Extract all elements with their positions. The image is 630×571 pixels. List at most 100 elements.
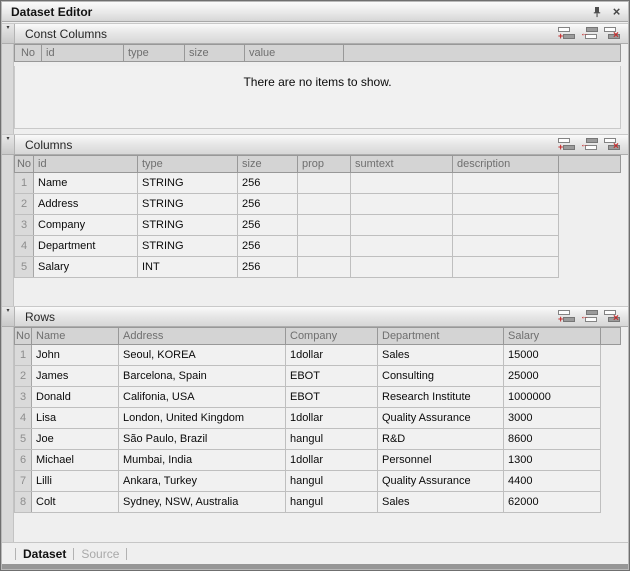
delete-row-icon[interactable]: ×	[604, 26, 621, 41]
cell-address[interactable]: Sydney, NSW, Australia	[119, 492, 286, 513]
add-row-icon[interactable]: +	[558, 137, 575, 152]
cell-company[interactable]: EBOT	[286, 366, 378, 387]
delete-row-icon[interactable]: ×	[604, 309, 621, 324]
insert-row-icon[interactable]: ←	[581, 309, 598, 324]
cell-type[interactable]: INT	[138, 257, 238, 278]
cell-type[interactable]: STRING	[138, 194, 238, 215]
delete-row-icon[interactable]: ×	[604, 137, 621, 152]
collapse-columns-button[interactable]: ▾	[2, 135, 15, 154]
cell-company[interactable]: hangul	[286, 492, 378, 513]
cell-address[interactable]: Califonia, USA	[119, 387, 286, 408]
cell-company[interactable]: 1dollar	[286, 408, 378, 429]
cell-salary[interactable]: 1000000	[504, 387, 601, 408]
cell-address[interactable]: London, United Kingdom	[119, 408, 286, 429]
close-icon[interactable]: ×	[608, 4, 625, 20]
row-number-cell[interactable]: 5	[15, 257, 34, 278]
cell-type[interactable]: STRING	[138, 215, 238, 236]
cell-salary[interactable]: 15000	[504, 345, 601, 366]
cell-name[interactable]: James	[32, 366, 119, 387]
row-number-cell[interactable]: 1	[15, 173, 34, 194]
row-number-cell[interactable]: 4	[15, 408, 32, 429]
cell-prop[interactable]	[298, 236, 351, 257]
cell-address[interactable]: Mumbai, India	[119, 450, 286, 471]
cell-address[interactable]: São Paulo, Brazil	[119, 429, 286, 450]
cell-company[interactable]: 1dollar	[286, 345, 378, 366]
collapse-rows-button[interactable]: ▾	[2, 307, 15, 326]
cell-name[interactable]: Joe	[32, 429, 119, 450]
cell-type[interactable]: STRING	[138, 173, 238, 194]
row-number-cell[interactable]: 3	[15, 387, 32, 408]
cell-size[interactable]: 256	[238, 215, 298, 236]
cell-name[interactable]: Lilli	[32, 471, 119, 492]
cell-company[interactable]: EBOT	[286, 387, 378, 408]
pin-icon[interactable]	[588, 4, 605, 20]
cell-description[interactable]	[453, 173, 559, 194]
cell-id[interactable]: Salary	[34, 257, 138, 278]
cell-salary[interactable]: 3000	[504, 408, 601, 429]
cell-department[interactable]: Research Institute	[378, 387, 504, 408]
cell-id[interactable]: Company	[34, 215, 138, 236]
cell-sumtext[interactable]	[351, 173, 453, 194]
cell-department[interactable]: Consulting	[378, 366, 504, 387]
cell-name[interactable]: John	[32, 345, 119, 366]
column-header-id: id	[34, 156, 138, 173]
cell-salary[interactable]: 1300	[504, 450, 601, 471]
cell-salary[interactable]: 25000	[504, 366, 601, 387]
cell-description[interactable]	[453, 194, 559, 215]
cell-type[interactable]: STRING	[138, 236, 238, 257]
row-number-cell[interactable]: 3	[15, 215, 34, 236]
cell-name[interactable]: Michael	[32, 450, 119, 471]
cell-department[interactable]: Sales	[378, 492, 504, 513]
cell-salary[interactable]: 8600	[504, 429, 601, 450]
cell-size[interactable]: 256	[238, 257, 298, 278]
cell-size[interactable]: 256	[238, 236, 298, 257]
row-number-cell[interactable]: 1	[15, 345, 32, 366]
cell-prop[interactable]	[298, 257, 351, 278]
cell-description[interactable]	[453, 257, 559, 278]
tab-source[interactable]: Source	[81, 547, 119, 561]
cell-id[interactable]: Name	[34, 173, 138, 194]
collapse-const-columns-button[interactable]: ▾	[2, 24, 15, 43]
row-number-cell[interactable]: 4	[15, 236, 34, 257]
cell-id[interactable]: Address	[34, 194, 138, 215]
add-row-icon[interactable]: +	[558, 26, 575, 41]
cell-department[interactable]: Quality Assurance	[378, 471, 504, 492]
cell-sumtext[interactable]	[351, 194, 453, 215]
cell-name[interactable]: Donald	[32, 387, 119, 408]
cell-address[interactable]: Ankara, Turkey	[119, 471, 286, 492]
cell-department[interactable]: Personnel	[378, 450, 504, 471]
cell-company[interactable]: hangul	[286, 429, 378, 450]
row-number-cell[interactable]: 2	[15, 194, 34, 215]
insert-row-icon[interactable]: ←	[581, 137, 598, 152]
cell-description[interactable]	[453, 215, 559, 236]
cell-company[interactable]: hangul	[286, 471, 378, 492]
row-number-cell[interactable]: 8	[15, 492, 32, 513]
insert-row-icon[interactable]: ←	[581, 26, 598, 41]
cell-size[interactable]: 256	[238, 173, 298, 194]
cell-salary[interactable]: 62000	[504, 492, 601, 513]
cell-company[interactable]: 1dollar	[286, 450, 378, 471]
cell-name[interactable]: Lisa	[32, 408, 119, 429]
row-number-cell[interactable]: 6	[15, 450, 32, 471]
cell-prop[interactable]	[298, 194, 351, 215]
cell-address[interactable]: Seoul, KOREA	[119, 345, 286, 366]
cell-sumtext[interactable]	[351, 215, 453, 236]
cell-department[interactable]: R&D	[378, 429, 504, 450]
cell-id[interactable]: Department	[34, 236, 138, 257]
tab-dataset[interactable]: Dataset	[23, 547, 66, 561]
row-number-cell[interactable]: 5	[15, 429, 32, 450]
cell-prop[interactable]	[298, 173, 351, 194]
add-row-icon[interactable]: +	[558, 309, 575, 324]
cell-size[interactable]: 256	[238, 194, 298, 215]
cell-department[interactable]: Quality Assurance	[378, 408, 504, 429]
cell-address[interactable]: Barcelona, Spain	[119, 366, 286, 387]
cell-salary[interactable]: 4400	[504, 471, 601, 492]
row-number-cell[interactable]: 2	[15, 366, 32, 387]
row-number-cell[interactable]: 7	[15, 471, 32, 492]
cell-department[interactable]: Sales	[378, 345, 504, 366]
cell-description[interactable]	[453, 236, 559, 257]
cell-sumtext[interactable]	[351, 257, 453, 278]
cell-name[interactable]: Colt	[32, 492, 119, 513]
cell-prop[interactable]	[298, 215, 351, 236]
cell-sumtext[interactable]	[351, 236, 453, 257]
